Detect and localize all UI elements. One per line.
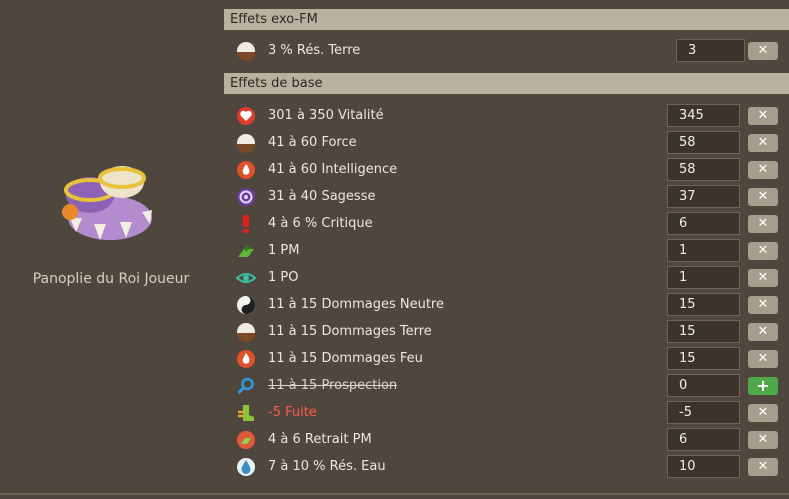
effect-value-input[interactable] [667, 455, 740, 478]
effect-row: 4 à 6 Retrait PM ✕ [224, 426, 789, 453]
remove-effect-button[interactable]: ✕ [748, 161, 778, 179]
effect-label: 41 à 60 Force [268, 135, 357, 150]
effect-value-input[interactable] [667, 185, 740, 208]
effect-value-input[interactable] [667, 293, 740, 316]
bottom-divider [0, 493, 789, 495]
effect-label: 11 à 15 Prospection [268, 378, 398, 393]
remove-effect-button[interactable]: ✕ [748, 458, 778, 476]
effect-value-input[interactable] [676, 39, 745, 62]
remove-effect-button[interactable]: ✕ [748, 431, 778, 449]
effect-label: 4 à 6 Retrait PM [268, 432, 372, 447]
effect-row: 41 à 60 Force ✕ [224, 129, 789, 156]
effect-row: 7 à 10 % Rés. Eau ✕ [224, 453, 789, 480]
effect-row: -5 Fuite ✕ [224, 399, 789, 426]
wisdom-spiral-icon [237, 188, 255, 206]
vitality-heart-icon [237, 107, 255, 125]
remove-effect-button[interactable]: ✕ [748, 269, 778, 287]
effect-value-input[interactable] [667, 266, 740, 289]
effect-label: 41 à 60 Intelligence [268, 162, 398, 177]
effect-value-input[interactable] [667, 320, 740, 343]
effect-label: 4 à 6 % Critique [268, 216, 373, 231]
critical-exclamation-icon [243, 215, 249, 233]
remove-effect-button[interactable]: ✕ [748, 404, 778, 422]
effect-label: 11 à 15 Dommages Feu [268, 351, 423, 366]
effect-value-input[interactable] [667, 131, 740, 154]
effect-row: 41 à 60 Intelligence ✕ [224, 156, 789, 183]
remove-effect-button[interactable]: ✕ [748, 107, 778, 125]
fire-intelligence-icon [237, 161, 255, 179]
effect-row: 11 à 15 Dommages Feu ✕ [224, 345, 789, 372]
effect-label: 31 à 40 Sagesse [268, 189, 376, 204]
effect-label: 301 à 350 Vitalité [268, 108, 384, 123]
effect-row: 301 à 350 Vitalité ✕ [224, 102, 789, 129]
effect-label: 3 % Rés. Terre [268, 43, 361, 58]
section-header-exo: Effets exo-FM [224, 9, 789, 30]
effect-value-input[interactable] [667, 347, 740, 370]
effect-label: -5 Fuite [268, 405, 317, 420]
remove-effect-button[interactable]: ✕ [748, 296, 778, 314]
effect-row: 1 PO ✕ [224, 264, 789, 291]
remove-effect-button[interactable]: ✕ [748, 215, 778, 233]
mp-reduction-icon [237, 431, 255, 449]
effect-value-input[interactable] [667, 239, 740, 262]
remove-effect-button[interactable]: ✕ [748, 323, 778, 341]
item-panel: Panoplie du Roi Joueur [0, 0, 222, 499]
effect-value-input[interactable] [667, 428, 740, 451]
earth-damage-icon [237, 323, 255, 342]
remove-effect-button[interactable]: ✕ [748, 350, 778, 368]
effect-row: 4 à 6 % Critique ✕ [224, 210, 789, 237]
movement-point-icon [238, 244, 254, 257]
effect-value-input[interactable] [667, 212, 740, 235]
item-set-image [62, 166, 152, 240]
effect-value-input[interactable] [667, 374, 740, 397]
earth-strength-icon [237, 134, 255, 153]
effect-label: 1 PM [268, 243, 300, 258]
effect-label: 11 à 15 Dommages Neutre [268, 297, 444, 312]
effect-label: 7 à 10 % Rés. Eau [268, 459, 386, 474]
effect-row: 11 à 15 Dommages Neutre ✕ [224, 291, 789, 318]
remove-effect-button[interactable]: ✕ [748, 242, 778, 260]
range-eye-icon [236, 273, 256, 283]
effect-value-input[interactable] [667, 158, 740, 181]
effect-row: 11 à 15 Prospection + [224, 372, 789, 399]
remove-effect-button[interactable]: ✕ [748, 42, 778, 60]
effect-value-input[interactable] [667, 104, 740, 127]
effect-label: 11 à 15 Dommages Terre [268, 324, 432, 339]
section-header-base: Effets de base [224, 73, 789, 94]
neutral-yin-yang-icon [237, 296, 255, 314]
remove-effect-button[interactable]: ✕ [748, 188, 778, 206]
effect-row: 1 PM ✕ [224, 237, 789, 264]
exo-effect-row: 3 % Rés. Terre ✕ [224, 37, 789, 64]
effect-row: 31 à 40 Sagesse ✕ [224, 183, 789, 210]
item-name: Panoplie du Roi Joueur [32, 271, 190, 287]
water-resistance-icon [237, 458, 255, 476]
fire-damage-icon [237, 350, 255, 368]
effect-row: 11 à 15 Dommages Terre ✕ [224, 318, 789, 345]
remove-effect-button[interactable]: ✕ [748, 134, 778, 152]
prospecting-magnifier-icon [237, 377, 254, 395]
effect-label: 1 PO [268, 270, 299, 285]
add-effect-button[interactable]: + [748, 377, 778, 395]
earth-resistance-icon [237, 42, 255, 61]
dodge-boot-icon [238, 405, 254, 421]
effect-value-input[interactable] [667, 401, 740, 424]
